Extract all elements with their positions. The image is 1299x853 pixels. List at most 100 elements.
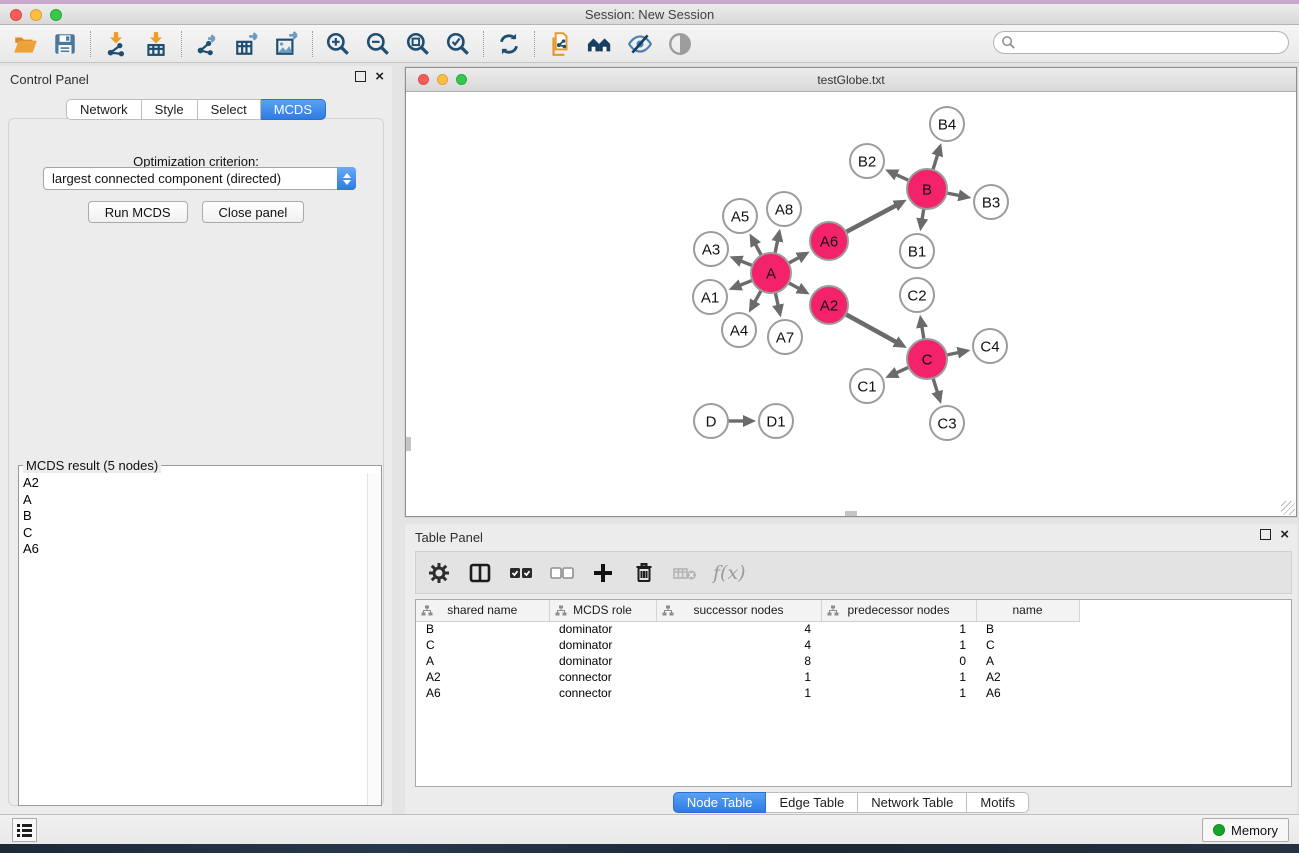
tab-network-table[interactable]: Network Table bbox=[858, 792, 967, 813]
criterion-dropdown[interactable]: largest connected component (directed) bbox=[43, 167, 356, 190]
result-item[interactable]: A bbox=[23, 492, 367, 509]
edge-A2-C[interactable] bbox=[846, 314, 897, 342]
cell-name[interactable]: A6 bbox=[976, 685, 1079, 701]
cell-predecessor-nodes[interactable]: 1 bbox=[821, 637, 976, 653]
import-table-icon[interactable] bbox=[143, 31, 169, 57]
delete-columns-icon[interactable] bbox=[631, 560, 657, 586]
task-history-button[interactable] bbox=[12, 818, 37, 842]
tab-select[interactable]: Select bbox=[198, 99, 261, 120]
tab-motifs[interactable]: Motifs bbox=[967, 792, 1029, 813]
close-panel-icon[interactable]: × bbox=[375, 71, 384, 82]
cell-successor-nodes[interactable]: 4 bbox=[656, 621, 821, 637]
table-settings-icon[interactable] bbox=[426, 560, 452, 586]
zoom-fit-icon[interactable] bbox=[405, 31, 431, 57]
hide-graphics-details-icon[interactable] bbox=[627, 31, 653, 57]
network-titlebar[interactable]: testGlobe.txt bbox=[406, 68, 1296, 92]
cell-shared-name[interactable]: C bbox=[416, 637, 549, 653]
edge-A-A8[interactable] bbox=[775, 240, 778, 253]
close-panel-button[interactable]: Close panel bbox=[202, 201, 305, 223]
cell-MCDS-role[interactable]: dominator bbox=[549, 637, 656, 653]
edge-C-C4[interactable] bbox=[947, 353, 959, 356]
resize-grip[interactable] bbox=[1281, 501, 1295, 515]
result-item[interactable]: A6 bbox=[23, 541, 367, 558]
result-item[interactable]: C bbox=[23, 525, 367, 542]
edge-C-C1[interactable] bbox=[896, 367, 909, 373]
tab-mcds[interactable]: MCDS bbox=[261, 99, 326, 120]
cell-MCDS-role[interactable]: dominator bbox=[549, 621, 656, 637]
home-icon[interactable] bbox=[587, 31, 613, 57]
vertical-scroll-thumb[interactable] bbox=[406, 437, 411, 451]
column-header-predecessor-nodes[interactable]: predecessor nodes bbox=[821, 600, 976, 621]
cell-predecessor-nodes[interactable]: 1 bbox=[821, 621, 976, 637]
cell-shared-name[interactable]: B bbox=[416, 621, 549, 637]
cell-successor-nodes[interactable]: 1 bbox=[656, 685, 821, 701]
horizontal-scroll-thumb[interactable] bbox=[845, 511, 857, 516]
edge-C-C3[interactable] bbox=[933, 378, 938, 392]
edge-B-B2[interactable] bbox=[896, 175, 909, 181]
export-image-icon[interactable] bbox=[274, 31, 300, 57]
split-panel-icon[interactable] bbox=[467, 560, 493, 586]
search-input[interactable] bbox=[993, 31, 1289, 54]
add-column-icon[interactable] bbox=[590, 560, 616, 586]
zoom-in-icon[interactable] bbox=[325, 31, 351, 57]
export-network-icon[interactable] bbox=[194, 31, 220, 57]
open-session-icon[interactable] bbox=[12, 31, 38, 57]
result-item[interactable]: B bbox=[23, 508, 367, 525]
cell-successor-nodes[interactable]: 1 bbox=[656, 669, 821, 685]
select-all-columns-icon[interactable] bbox=[508, 560, 534, 586]
zoom-selected-icon[interactable] bbox=[445, 31, 471, 57]
close-table-panel-icon[interactable]: × bbox=[1280, 529, 1289, 540]
edge-C-C2[interactable] bbox=[922, 327, 924, 340]
edge-B-B1[interactable] bbox=[922, 209, 924, 220]
column-header-shared-name[interactable]: shared name bbox=[416, 600, 549, 621]
cell-name[interactable]: A2 bbox=[976, 669, 1079, 685]
export-table-icon[interactable] bbox=[234, 31, 260, 57]
tab-network[interactable]: Network bbox=[66, 99, 142, 120]
cell-MCDS-role[interactable]: connector bbox=[549, 685, 656, 701]
edge-B-B4[interactable] bbox=[933, 155, 938, 170]
edge-A-A3[interactable] bbox=[741, 261, 753, 266]
cell-name[interactable]: C bbox=[976, 637, 1079, 653]
cell-MCDS-role[interactable]: dominator bbox=[549, 653, 656, 669]
cell-name[interactable]: B bbox=[976, 621, 1079, 637]
cell-name[interactable]: A bbox=[976, 653, 1079, 669]
tab-node-table[interactable]: Node Table bbox=[673, 792, 767, 813]
cell-predecessor-nodes[interactable]: 0 bbox=[821, 653, 976, 669]
table-row[interactable]: A2connector11A2 bbox=[416, 669, 1079, 685]
cell-predecessor-nodes[interactable]: 1 bbox=[821, 669, 976, 685]
edge-B-B3[interactable] bbox=[947, 193, 960, 196]
cell-successor-nodes[interactable]: 4 bbox=[656, 637, 821, 653]
clone-network-icon[interactable] bbox=[547, 31, 573, 57]
table-row[interactable]: A6connector11A6 bbox=[416, 685, 1079, 701]
column-header-successor-nodes[interactable]: successor nodes bbox=[656, 600, 821, 621]
memory-button[interactable]: Memory bbox=[1202, 818, 1289, 842]
network-canvas[interactable]: ABCA6A2A1A3A4A5A7A8B1B2B3B4C1C2C3C4DD1 bbox=[406, 92, 1296, 516]
table-row[interactable]: Adominator80A bbox=[416, 653, 1079, 669]
cell-predecessor-nodes[interactable]: 1 bbox=[821, 685, 976, 701]
column-header-name[interactable]: name bbox=[976, 600, 1079, 621]
cell-shared-name[interactable]: A bbox=[416, 653, 549, 669]
edge-A-A4[interactable] bbox=[755, 290, 762, 302]
cell-shared-name[interactable]: A6 bbox=[416, 685, 549, 701]
cell-successor-nodes[interactable]: 8 bbox=[656, 653, 821, 669]
edge-A-A6[interactable] bbox=[789, 257, 800, 263]
cell-shared-name[interactable]: A2 bbox=[416, 669, 549, 685]
float-panel-icon[interactable] bbox=[355, 71, 366, 82]
tab-edge-table[interactable]: Edge Table bbox=[766, 792, 858, 813]
cell-MCDS-role[interactable]: connector bbox=[549, 669, 656, 685]
tab-style[interactable]: Style bbox=[142, 99, 198, 120]
table-row[interactable]: Cdominator41C bbox=[416, 637, 1079, 653]
run-mcds-button[interactable]: Run MCDS bbox=[88, 201, 188, 223]
table-row[interactable]: Bdominator41B bbox=[416, 621, 1079, 637]
edge-A-A2[interactable] bbox=[789, 283, 800, 289]
edge-A-A7[interactable] bbox=[775, 293, 778, 306]
show-panel-icon[interactable] bbox=[667, 31, 693, 57]
column-header-MCDS-role[interactable]: MCDS role bbox=[549, 600, 656, 621]
result-item[interactable]: A2 bbox=[23, 475, 367, 492]
save-session-icon[interactable] bbox=[52, 31, 78, 57]
edge-A-A5[interactable] bbox=[755, 244, 761, 255]
result-scrollbar[interactable] bbox=[367, 473, 381, 805]
unselect-all-columns-icon[interactable] bbox=[549, 560, 575, 586]
refresh-icon[interactable] bbox=[496, 31, 522, 57]
zoom-out-icon[interactable] bbox=[365, 31, 391, 57]
